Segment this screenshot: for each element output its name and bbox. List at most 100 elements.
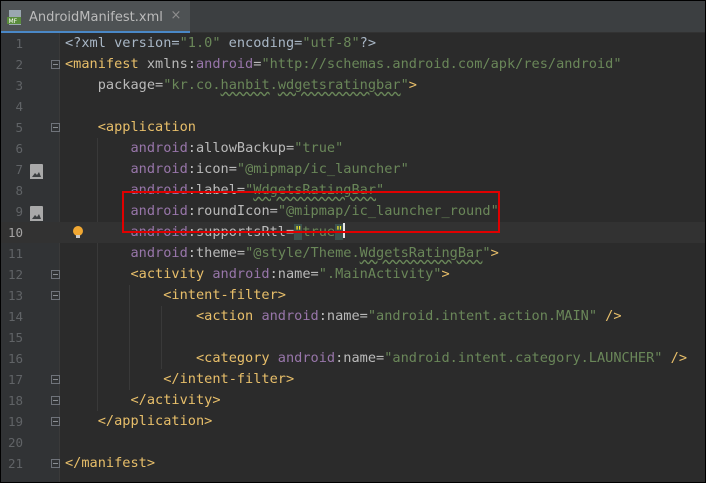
code-token: . xyxy=(269,77,278,93)
tab-androidmanifest[interactable]: MF AndroidManifest.xml × xyxy=(1,1,190,33)
line-number: 3 xyxy=(15,78,23,93)
code-text: android:label="WdgetsRatingBar" xyxy=(65,180,384,201)
code-text: </intent-filter> xyxy=(65,369,294,390)
code-line[interactable]: 9 android:roundIcon="@mipmap/ic_launcher… xyxy=(1,201,705,222)
line-number: 20 xyxy=(7,435,23,450)
code-token: hanbit xyxy=(220,77,270,93)
code-line[interactable]: 2 <manifest xmlns:android="http://schemas… xyxy=(1,54,705,75)
code-token: <manifest xyxy=(65,56,147,72)
code-token: :theme= xyxy=(187,245,246,261)
code-line[interactable]: 17 </intent-filter> xyxy=(1,369,705,390)
code-line[interactable]: 4 xyxy=(1,96,705,117)
code-token: android xyxy=(130,140,188,156)
code-line[interactable]: 1 <?xml version="1.0" encoding="utf-8"?> xyxy=(1,33,705,54)
fold-marker-icon[interactable] xyxy=(51,270,60,279)
code-line[interactable]: 5 <application xyxy=(1,117,705,138)
code-text: android:icon="@mipmap/ic_launcher" xyxy=(65,159,409,180)
code-line[interactable]: 6 android:allowBackup="true" xyxy=(1,138,705,159)
code-token: " xyxy=(400,77,409,93)
code-text: <activity android:name=".MainActivity"> xyxy=(65,264,449,285)
code-token: android xyxy=(212,266,270,282)
code-token: <action xyxy=(195,308,262,324)
line-number: 14 xyxy=(7,309,23,324)
line-number: 10 xyxy=(7,225,23,240)
fold-marker-icon[interactable] xyxy=(51,459,60,468)
code-token: :supportsRtl= xyxy=(187,224,295,240)
code-line[interactable]: 7 android:icon="@mipmap/ic_launcher" xyxy=(1,159,705,180)
code-line[interactable]: 8 android:label="WdgetsRatingBar" xyxy=(1,180,705,201)
code-token: /> xyxy=(597,308,622,324)
line-number: 8 xyxy=(15,183,23,198)
code-text: <intent-filter> xyxy=(65,285,286,306)
close-icon[interactable]: × xyxy=(169,9,183,23)
fold-marker-icon[interactable] xyxy=(51,375,60,384)
line-number: 7 xyxy=(15,162,23,177)
code-token: ?> xyxy=(359,35,377,51)
image-icon[interactable] xyxy=(30,206,43,221)
code-line[interactable]: 20 xyxy=(1,432,705,453)
code-line[interactable]: 18 </activity> xyxy=(1,390,705,411)
fold-marker-icon[interactable] xyxy=(51,123,60,132)
image-icon[interactable] xyxy=(30,164,43,179)
code-token: <activity xyxy=(130,266,213,282)
svg-text:MF: MF xyxy=(9,18,18,25)
code-line[interactable]: 13 <intent-filter> xyxy=(1,285,705,306)
fold-marker-icon[interactable] xyxy=(51,291,60,300)
line-number: 2 xyxy=(15,57,23,72)
code-token: </intent-filter> xyxy=(163,371,295,387)
code-token: :roundIcon= xyxy=(187,203,278,219)
code-token: <application xyxy=(97,119,196,135)
fold-marker-icon[interactable] xyxy=(51,417,60,426)
code-line[interactable]: 14 <action android:name="android.intent.… xyxy=(1,306,705,327)
code-text: android:roundIcon="@mipmap/ic_launcher_r… xyxy=(65,201,498,222)
code-token: android xyxy=(130,182,188,198)
ide-window: MF AndroidManifest.xml × 1 <?xml version=… xyxy=(1,1,705,482)
line-number: 13 xyxy=(7,288,23,303)
code-line[interactable]: 21 </manifest> xyxy=(1,453,705,474)
code-token: true xyxy=(302,224,336,240)
code-token: > xyxy=(490,245,499,261)
code-token: android xyxy=(130,203,188,219)
code-token: <intent-filter> xyxy=(163,287,286,303)
code-token: </manifest> xyxy=(65,455,156,471)
code-line[interactable]: 3 package="kr.co.hanbit.wdgetsratingbar"… xyxy=(1,75,705,96)
code-line[interactable]: 12 <activity android:name=".MainActivity… xyxy=(1,264,705,285)
fold-marker-icon[interactable] xyxy=(51,60,60,69)
code-token: </activity> xyxy=(130,392,221,408)
code-token: package= xyxy=(97,77,164,93)
code-text: android:theme="@style/Theme.WdgetsRating… xyxy=(65,243,499,264)
code-text: <action android:name="android.intent.act… xyxy=(65,306,622,327)
code-line[interactable]: 16 <category android:name="android.inten… xyxy=(1,348,705,369)
code-token: :name= xyxy=(318,308,368,324)
line-number: 18 xyxy=(7,393,23,408)
line-number: 5 xyxy=(15,120,23,135)
code-token: android xyxy=(130,224,188,240)
code-line[interactable]: 15 xyxy=(1,327,705,348)
line-number: 21 xyxy=(7,456,23,471)
code-text: package="kr.co.hanbit.wdgetsratingbar"> xyxy=(65,75,417,96)
line-number: 1 xyxy=(15,36,23,51)
code-token: android xyxy=(277,350,336,366)
code-token: "utf-8" xyxy=(302,35,360,51)
code-text: <manifest xmlns:android="http://schemas.… xyxy=(65,54,622,75)
code-token: android xyxy=(195,56,254,72)
code-text: <?xml version="1.0" encoding="utf-8"?> xyxy=(65,33,376,54)
manifest-file-icon: MF xyxy=(7,10,21,25)
code-line[interactable]: 11 android:theme="@style/Theme.WdgetsRat… xyxy=(1,243,705,264)
code-token: > xyxy=(408,77,417,93)
code-line[interactable]: 19 </application> xyxy=(1,411,705,432)
code-text: </application> xyxy=(65,411,213,432)
fold-marker-icon[interactable] xyxy=(51,396,60,405)
line-number: 4 xyxy=(15,99,23,114)
code-token: "@mipmap/ic_launcher" xyxy=(236,161,409,177)
code-token: :name= xyxy=(335,350,385,366)
code-line[interactable]: 10 android:supportsRtl="true" xyxy=(1,222,705,243)
code-token: /> xyxy=(662,350,688,366)
